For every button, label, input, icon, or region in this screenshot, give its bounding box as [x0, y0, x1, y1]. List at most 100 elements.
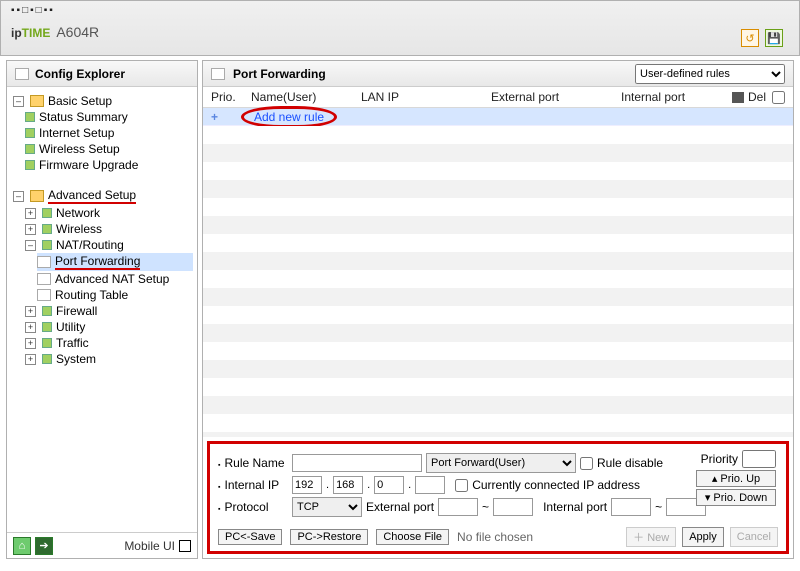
tree-label: Routing Table — [55, 288, 128, 302]
save-icon[interactable]: 💾 — [765, 29, 783, 47]
tree-label: Firewall — [56, 304, 97, 318]
tree-advanced-nat-setup[interactable]: Advanced NAT Setup — [37, 271, 193, 287]
priority-down-button[interactable]: ▾ Prio. Down — [696, 489, 776, 506]
expand-icon[interactable]: + — [25, 354, 36, 365]
choose-file-button[interactable]: Choose File — [376, 529, 449, 545]
logo-decoration: ▪▪□▪□▪▪ — [11, 5, 789, 16]
tree-nat-routing[interactable]: –NAT/Routing — [25, 237, 193, 253]
tree-internet-setup[interactable]: Internet Setup — [25, 125, 193, 141]
home-icon[interactable]: ⌂ — [13, 537, 31, 555]
priority-input[interactable] — [742, 450, 776, 468]
apply-button[interactable]: Apply — [682, 527, 724, 547]
leaf-icon — [42, 354, 52, 364]
delete-all-checkbox[interactable] — [772, 91, 785, 104]
current-ip-label: Currently connected IP address — [472, 478, 640, 492]
ip-octet-4[interactable] — [415, 476, 445, 494]
logo: ipTIME A604R — [11, 20, 789, 43]
col-ext: External port — [491, 90, 621, 104]
page-icon — [37, 289, 51, 301]
priority-up-button[interactable]: ▴ Prio. Up — [696, 470, 776, 487]
internal-port-start[interactable] — [611, 498, 651, 516]
page-icon — [211, 68, 225, 80]
tilde: ~ — [482, 500, 489, 514]
tree-firmware-upgrade[interactable]: Firmware Upgrade — [25, 157, 193, 173]
tree-label: Utility — [56, 320, 85, 334]
expand-icon[interactable]: + — [25, 224, 36, 235]
leaf-icon — [25, 112, 35, 122]
tree-traffic[interactable]: + Traffic — [25, 335, 193, 351]
expand-icon[interactable]: + — [25, 322, 36, 333]
leaf-icon — [25, 144, 35, 154]
tree-label: Status Summary — [39, 110, 128, 124]
main-panel: Port Forwarding User-defined rules Prio.… — [202, 60, 794, 559]
col-int: Internal port — [621, 90, 721, 104]
tree-utility[interactable]: + Utility — [25, 319, 193, 335]
ip-octet-3[interactable] — [374, 476, 404, 494]
pc-save-button[interactable]: PC<-Save — [218, 529, 282, 545]
external-port-start[interactable] — [438, 498, 478, 516]
folder-icon — [30, 95, 44, 107]
rule-disable-label: Rule disable — [597, 456, 663, 470]
tree-wireless-setup[interactable]: Wireless Setup — [25, 141, 193, 157]
tree-routing-table[interactable]: Routing Table — [37, 287, 193, 303]
expand-icon[interactable]: + — [25, 208, 36, 219]
tree-advanced-setup[interactable]: – Advanced Setup — [13, 187, 193, 205]
page-icon — [37, 273, 51, 285]
ip-octet-2[interactable] — [333, 476, 363, 494]
refresh-icon[interactable]: ↺ — [741, 29, 759, 47]
mobile-ui-label: Mobile UI — [124, 539, 175, 553]
collapse-icon[interactable]: – — [25, 240, 36, 251]
logo-time: TIME — [22, 26, 51, 40]
tree-port-forwarding[interactable]: Port Forwarding — [37, 253, 193, 271]
no-file-label: No file chosen — [457, 530, 533, 544]
tree-label: Internet Setup — [39, 126, 114, 140]
panel-header: Port Forwarding User-defined rules — [203, 61, 793, 87]
tilde: ~ — [655, 500, 662, 514]
current-ip-checkbox[interactable] — [455, 479, 468, 492]
add-new-rule-link[interactable]: Add new rule — [241, 106, 337, 128]
cancel-button[interactable]: Cancel — [730, 527, 778, 547]
tree-label: Port Forwarding — [55, 254, 140, 270]
priority-label: Priority — [701, 452, 738, 466]
collapse-icon[interactable]: – — [13, 191, 24, 202]
protocol-select[interactable]: TCP — [292, 497, 362, 517]
tree-label: Basic Setup — [48, 94, 112, 108]
tree-wireless[interactable]: +Wireless — [25, 221, 193, 237]
ip-octet-1[interactable] — [292, 476, 322, 494]
mobile-icon[interactable] — [179, 540, 191, 552]
rule-disable-checkbox[interactable] — [580, 457, 593, 470]
add-new-rule-label: Add new rule — [241, 106, 337, 128]
collapse-icon[interactable]: – — [13, 96, 24, 107]
internal-port-label: Internal port — [543, 500, 607, 514]
tree-label: Traffic — [56, 336, 89, 350]
expand-icon[interactable]: + — [25, 338, 36, 349]
tree-firewall[interactable]: + Firewall — [25, 303, 193, 319]
tree-status-summary[interactable]: Status Summary — [25, 109, 193, 125]
tree-basic-setup[interactable]: – Basic Setup — [13, 93, 193, 109]
rule-type-select-form[interactable]: Port Forward(User) — [426, 453, 576, 473]
rule-name-label: Rule Name — [218, 456, 288, 470]
plus-icon: + — [211, 110, 241, 124]
add-new-rule-row[interactable]: + Add new rule — [203, 108, 793, 126]
external-port-end[interactable] — [493, 498, 533, 516]
rule-name-input[interactable] — [292, 454, 422, 472]
page-icon — [37, 256, 51, 268]
save-rules-icon[interactable] — [732, 92, 744, 103]
config-explorer: Config Explorer – Basic Setup Status Sum… — [6, 60, 198, 559]
leaf-icon — [42, 208, 52, 218]
internal-ip-label: Internal IP — [218, 478, 288, 492]
rule-type-select[interactable]: User-defined rules — [635, 64, 785, 84]
external-port-label: External port — [366, 500, 434, 514]
app-header: ▪▪□▪□▪▪ ipTIME A604R ↺ 💾 — [0, 0, 800, 56]
logout-icon[interactable]: ➔ — [35, 537, 53, 555]
tree-network[interactable]: + Network — [25, 205, 193, 221]
pc-restore-button[interactable]: PC->Restore — [290, 529, 368, 545]
tree-label: Network — [56, 206, 100, 220]
tree-system[interactable]: +System — [25, 351, 193, 367]
col-lan: LAN IP — [361, 90, 491, 104]
priority-controls: Priority ▴ Prio. Up ▾ Prio. Down — [696, 450, 776, 508]
logo-ip: ip — [11, 26, 22, 40]
expand-icon[interactable]: + — [25, 306, 36, 317]
col-del: Del — [748, 90, 766, 104]
new-button[interactable]: ＋ New — [626, 527, 676, 547]
